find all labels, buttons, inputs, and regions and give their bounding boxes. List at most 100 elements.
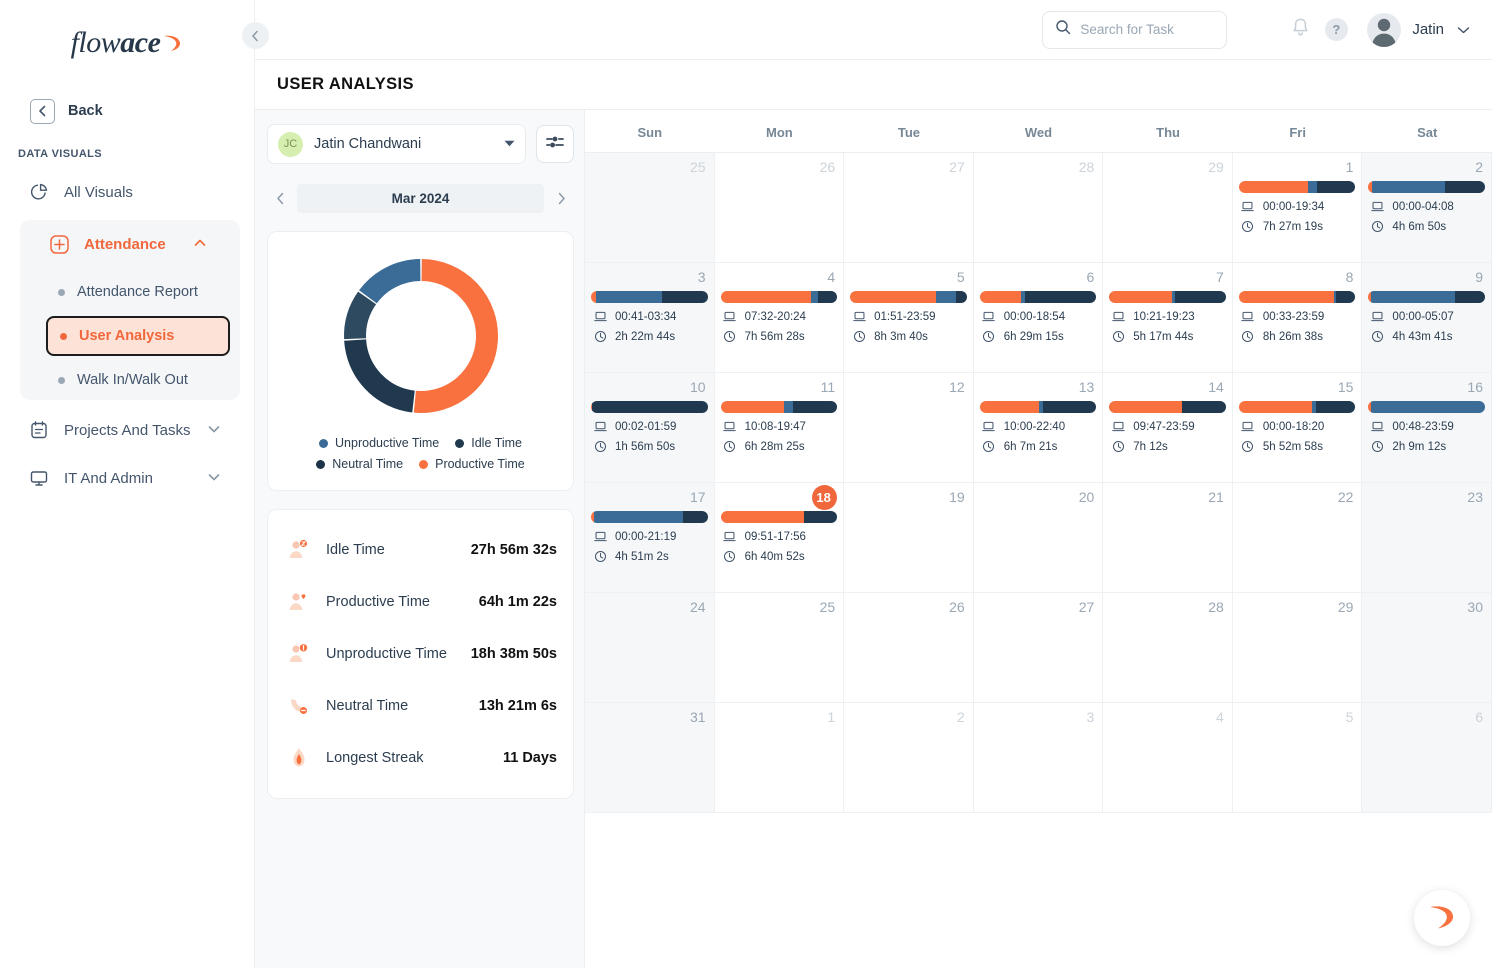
sidebar-item-projects-and-tasks[interactable]: Projects And Tasks bbox=[0, 406, 254, 454]
calendar-day-cell[interactable]: 18 09:51-17:56 6h 40m 52s bbox=[714, 483, 845, 593]
stat-value: 13h 21m 6s bbox=[478, 698, 557, 714]
search-input[interactable] bbox=[1080, 22, 1215, 37]
day-duration-row: 2h 22m 44s bbox=[591, 330, 708, 343]
calendar-day-cell[interactable]: 20 bbox=[973, 483, 1104, 593]
day-activity-bar[interactable] bbox=[850, 291, 967, 303]
calendar-day-cell[interactable]: 4 07:32-20:24 7h 56m 28s bbox=[714, 263, 845, 373]
current-month-label[interactable]: Mar 2024 bbox=[297, 183, 544, 213]
calendar-day-cell[interactable]: 17 00:00-21:19 4h 51m 2s bbox=[585, 483, 715, 593]
next-month-button[interactable] bbox=[548, 183, 574, 213]
calendar-day-cell[interactable]: 25 bbox=[714, 593, 845, 703]
sidebar-item-it-and-admin[interactable]: IT And Admin bbox=[0, 454, 254, 502]
calendar-day-cell[interactable]: 23 bbox=[1362, 483, 1492, 593]
previous-month-button[interactable] bbox=[267, 183, 293, 213]
day-activity-bar[interactable] bbox=[1109, 291, 1226, 303]
calendar-day-cell[interactable]: 24 bbox=[585, 593, 715, 703]
calendar-day-cell[interactable]: 29 bbox=[1103, 153, 1233, 263]
notifications-button[interactable] bbox=[1282, 12, 1318, 48]
stat-value: 64h 1m 22s bbox=[478, 594, 557, 610]
search-box[interactable] bbox=[1042, 10, 1228, 49]
calendar-day-cell[interactable]: 2 00:00-04:08 4h 6m 50s bbox=[1362, 153, 1492, 263]
calendar-day-cell[interactable]: 25 bbox=[585, 153, 715, 263]
activity-bar-segment bbox=[720, 511, 805, 523]
sidebar-item-attendance-report[interactable]: Attendance Report bbox=[46, 272, 230, 312]
sidebar-section-title: DATA VISUALS bbox=[18, 148, 103, 160]
help-button[interactable]: ? bbox=[1318, 12, 1354, 48]
day-activity-bar[interactable] bbox=[591, 401, 708, 413]
calendar-day-cell[interactable]: 3 bbox=[973, 703, 1104, 813]
user-menu-chevron-down-icon[interactable] bbox=[1457, 23, 1470, 37]
calendar-day-cell[interactable]: 9 00:00-05:07 4h 43m 41s bbox=[1362, 263, 1492, 373]
calendar-day-cell[interactable]: 13 10:00-22:40 6h 7m 21s bbox=[973, 373, 1104, 483]
day-activity-bar[interactable] bbox=[720, 291, 838, 303]
day-activity-bar[interactable] bbox=[591, 291, 708, 303]
calendar-day-cell[interactable]: 16 00:48-23:59 2h 9m 12s bbox=[1362, 373, 1492, 483]
day-activity-bar[interactable] bbox=[1238, 181, 1356, 193]
activity-bar-segment bbox=[979, 401, 1040, 413]
calendar-day-cell[interactable]: 3 00:41-03:34 2h 22m 44s bbox=[585, 263, 715, 373]
calendar-day-cell[interactable]: 1 bbox=[714, 703, 845, 813]
calendar-day-cell[interactable]: 27 bbox=[844, 153, 974, 263]
calendar-day-cell[interactable]: 4 bbox=[1103, 703, 1233, 813]
day-activity-bar[interactable] bbox=[1368, 401, 1485, 413]
calendar-day-cell[interactable]: 19 bbox=[844, 483, 974, 593]
sidebar-item-user-analysis[interactable]: User Analysis bbox=[46, 316, 230, 356]
calendar-day-number: 17 bbox=[689, 489, 706, 505]
laptop-icon bbox=[1370, 420, 1384, 433]
calendar-day-cell[interactable]: 26 bbox=[714, 153, 845, 263]
day-activity-bar[interactable] bbox=[979, 401, 1097, 413]
calendar-day-cell[interactable]: 14 09:47-23:59 7h 12s bbox=[1103, 373, 1233, 483]
day-time-range: 09:47-23:59 bbox=[1133, 420, 1195, 433]
calendar-day-cell[interactable]: 21 bbox=[1103, 483, 1233, 593]
calendar-day-cell[interactable]: 5 01:51-23:59 8h 3m 40s bbox=[844, 263, 974, 373]
calendar-day-cell[interactable]: 30 bbox=[1362, 593, 1492, 703]
legend-label: Productive Time bbox=[435, 457, 525, 471]
day-activity-bar[interactable] bbox=[1368, 181, 1485, 193]
user-name-label: Jatin bbox=[1412, 21, 1444, 38]
calendar-day-cell[interactable]: 28 bbox=[1103, 593, 1233, 703]
calendar-day-cell[interactable]: 27 bbox=[973, 593, 1104, 703]
day-activity-bar[interactable] bbox=[720, 511, 838, 523]
day-activity-bar[interactable] bbox=[1238, 291, 1356, 303]
calendar-day-cell[interactable]: 29 bbox=[1232, 593, 1363, 703]
day-duration-row: 6h 7m 21s bbox=[980, 440, 1097, 453]
day-activity-bar[interactable] bbox=[591, 511, 708, 523]
calendar-day-cell[interactable]: 5 bbox=[1232, 703, 1363, 813]
user-select-dropdown[interactable]: JC Jatin Chandwani bbox=[267, 124, 526, 164]
calendar-day-cell[interactable]: 22 bbox=[1232, 483, 1363, 593]
stat-label: Idle Time bbox=[326, 542, 385, 558]
stat-row-unproductive-time: Unproductive Time 18h 38m 50s bbox=[284, 628, 557, 680]
filter-settings-button[interactable] bbox=[536, 125, 574, 163]
calendar-day-cell[interactable]: 6 bbox=[1362, 703, 1492, 813]
calendar-day-cell[interactable]: 7 10:21-19:23 5h 17m 44s bbox=[1103, 263, 1233, 373]
calendar-day-cell[interactable]: 12 bbox=[844, 373, 974, 483]
day-activity-bar[interactable] bbox=[1109, 401, 1226, 413]
activity-bar-segment bbox=[1109, 291, 1173, 303]
calendar-day-cell[interactable]: 31 bbox=[585, 703, 715, 813]
calendar-day-cell[interactable]: 10 00:02-01:59 1h 56m 50s bbox=[585, 373, 715, 483]
day-activity-bar[interactable] bbox=[979, 291, 1097, 303]
day-activity-bar[interactable] bbox=[720, 401, 838, 413]
sidebar-collapse-button[interactable] bbox=[242, 22, 269, 49]
sidebar-item-all-visuals[interactable]: All Visuals bbox=[0, 168, 254, 216]
donut-legend: Unproductive Time Idle Time Neutral Time bbox=[278, 436, 563, 471]
calendar-day-cell[interactable]: 11 10:08-19:47 6h 28m 25s bbox=[714, 373, 845, 483]
laptop-icon bbox=[723, 530, 737, 543]
day-activity-bar[interactable] bbox=[1238, 401, 1356, 413]
support-chat-button[interactable] bbox=[1414, 890, 1470, 946]
day-activity-bar[interactable] bbox=[1368, 291, 1485, 303]
avatar[interactable] bbox=[1367, 12, 1402, 47]
calendar-day-number: 1 bbox=[1345, 159, 1354, 175]
sidebar-item-walk-in-walk-out[interactable]: Walk In/Walk Out bbox=[46, 360, 230, 400]
calendar-day-cell[interactable]: 6 00:00-18:54 6h 29m 15s bbox=[973, 263, 1104, 373]
sidebar-item-attendance[interactable]: Attendance bbox=[20, 220, 240, 268]
calendar-day-cell[interactable]: 8 00:33-23:59 8h 26m 38s bbox=[1232, 263, 1363, 373]
calendar-day-cell[interactable]: 15 00:00-18:20 5h 52m 58s bbox=[1232, 373, 1363, 483]
back-button[interactable]: Back bbox=[0, 88, 254, 134]
calendar-day-cell[interactable]: 26 bbox=[844, 593, 974, 703]
calendar-day-number: 22 bbox=[1337, 489, 1354, 505]
calendar-day-cell[interactable]: 1 00:00-19:34 7h 27m 19s bbox=[1232, 153, 1363, 263]
calendar-day-cell[interactable]: 28 bbox=[973, 153, 1104, 263]
chevron-down-icon bbox=[208, 424, 220, 436]
calendar-day-cell[interactable]: 2 bbox=[844, 703, 974, 813]
